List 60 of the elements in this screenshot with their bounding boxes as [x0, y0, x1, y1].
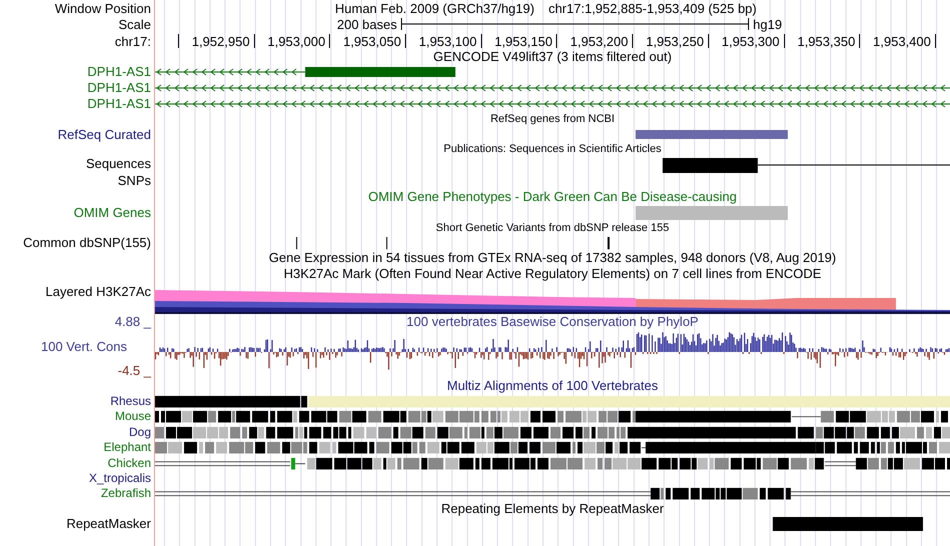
- track-label[interactable]: Common dbSNP(155): [23, 236, 151, 250]
- tick-mark: [708, 34, 709, 48]
- tick-label: 1,953,400: [873, 34, 931, 48]
- species-label[interactable]: Mouse: [114, 410, 151, 424]
- row-label: chr17:: [114, 34, 151, 48]
- track-title: Short Genetic Variants from dbSNP release 155: [436, 222, 670, 235]
- scale-length: 200 bases: [337, 16, 397, 32]
- tick-label: 1,953,300: [722, 34, 780, 48]
- tick-label: 1,953,100: [418, 34, 477, 48]
- track-label[interactable]: DPH1-AS1: [87, 80, 151, 96]
- row-label: Window Position: [54, 0, 151, 16]
- track-label[interactable]: RepeatMasker: [66, 516, 151, 531]
- species-label[interactable]: Zebrafish: [100, 487, 151, 501]
- track-title: GENCODE V49lift37 (3 items filtered out): [433, 50, 672, 64]
- axis-label: 4.88 _: [114, 314, 151, 330]
- track-title: OMIM Gene Phenotypes - Dark Green Can Be Disease-causing: [368, 190, 737, 204]
- track-label[interactable]: Layered H3K27Ac: [45, 282, 151, 300]
- track-label[interactable]: RefSeq Curated: [58, 128, 151, 142]
- tick-mark: [405, 34, 406, 48]
- tick-mark: [934, 34, 936, 48]
- tick-label: 1,953,150: [494, 34, 552, 48]
- species-label[interactable]: Rhesus: [110, 395, 151, 408]
- assembly-name: Human Feb. 2009 (GRCh37/hg19): [335, 0, 534, 16]
- tick-mark: [254, 34, 255, 48]
- tick-label: 1,953,250: [646, 34, 704, 48]
- track-label[interactable]: 100 Vert. Cons: [41, 340, 127, 354]
- tick-label: 1,952,950: [192, 34, 250, 48]
- species-label[interactable]: X_tropicalis: [88, 472, 151, 486]
- position-range: chr17:1,952,885-1,953,409 (525 bp): [548, 0, 757, 16]
- track-label[interactable]: OMIM Genes: [74, 206, 151, 220]
- database-name: hg19: [753, 16, 782, 32]
- tick-mark: [329, 34, 330, 48]
- track-title: RefSeq genes from NCBI: [490, 113, 615, 126]
- tick-mark: [178, 34, 179, 48]
- tick-mark: [480, 34, 482, 48]
- track-label[interactable]: SNPs: [118, 174, 151, 188]
- track-label[interactable]: Sequences: [86, 157, 151, 172]
- snp-mark: [608, 237, 610, 250]
- tick-label: 1,953,350: [797, 34, 856, 48]
- tick-mark: [556, 34, 558, 48]
- tick-label: 1,953,050: [343, 34, 402, 48]
- tick-label: 1,953,000: [268, 34, 326, 48]
- axis-label: -4.5 _: [118, 364, 151, 378]
- snp-mark: [296, 237, 298, 250]
- track-title: Multiz Alignments of 100 Vertebrates: [446, 378, 658, 394]
- track-label[interactable]: DPH1-AS1: [87, 96, 151, 112]
- snp-mark: [386, 237, 388, 250]
- species-label[interactable]: Chicken: [108, 456, 151, 470]
- track-title: Repeating Elements by RepeatMasker: [441, 502, 664, 516]
- species-label[interactable]: Elephant: [104, 441, 151, 454]
- species-label[interactable]: Dog: [128, 426, 151, 440]
- track-title: H3K27Ac Mark (Often Found Near Active Regulatory Elements) on 7 cell lines from ENCODE: [284, 266, 822, 282]
- tick-mark: [632, 34, 634, 48]
- track-label[interactable]: DPH1-AS1: [87, 64, 151, 80]
- track-title: Publications: Sequences in Scientific Articles: [444, 143, 662, 156]
- tick-label: 1,953,200: [570, 34, 628, 48]
- row-label: Scale: [118, 16, 151, 32]
- track-title: Gene Expression in 54 tissues from GTEx RNA-seq of 17382 samples, 948 donors (V8, Aug 2019): [268, 250, 836, 266]
- track-title: 100 vertebrates Basewise Conservation by PhyloP: [406, 314, 698, 330]
- tick-mark: [859, 34, 860, 48]
